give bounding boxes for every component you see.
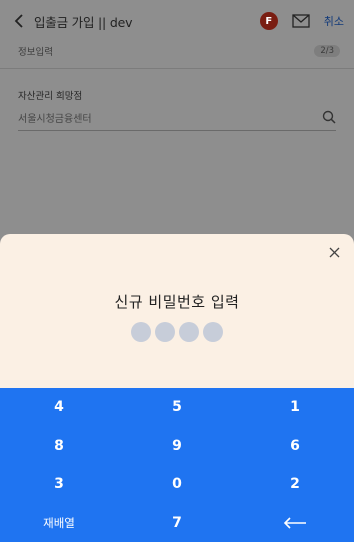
back-button[interactable] xyxy=(10,9,28,33)
key-8[interactable]: 8 xyxy=(0,427,118,466)
pin-dots xyxy=(0,322,354,342)
close-button[interactable] xyxy=(326,244,342,260)
key-5[interactable]: 5 xyxy=(118,388,236,427)
secure-keypad: 4 5 1 8 9 6 3 0 2 재배열 7 xyxy=(0,388,354,542)
key-2[interactable]: 2 xyxy=(236,465,354,504)
branch-search-field[interactable]: 서울시청금융센터 xyxy=(18,104,336,131)
key-4[interactable]: 4 xyxy=(0,388,118,427)
f-badge[interactable]: F xyxy=(259,12,278,30)
divider xyxy=(0,68,354,69)
pin-dot xyxy=(155,322,175,342)
key-3[interactable]: 3 xyxy=(0,465,118,504)
pin-dot xyxy=(203,322,223,342)
key-0[interactable]: 0 xyxy=(118,465,236,504)
key-7[interactable]: 7 xyxy=(118,504,236,542)
branch-value: 서울시청금융센터 xyxy=(18,113,92,125)
key-6[interactable]: 6 xyxy=(236,427,354,466)
backspace-key[interactable] xyxy=(236,504,354,542)
pin-title: 신규 비밀번호 입력 xyxy=(114,293,240,311)
pin-bottom-sheet: 신규 비밀번호 입력 4 5 1 8 9 6 3 0 2 재배열 7 xyxy=(0,234,354,542)
pin-dot xyxy=(179,322,199,342)
shuffle-key[interactable]: 재배열 xyxy=(0,504,118,542)
section-label: 정보입력 xyxy=(18,47,53,58)
pin-dot xyxy=(131,322,151,342)
backspace-arrow-icon xyxy=(283,517,306,529)
step-badge: 2/3 xyxy=(314,45,340,57)
page-title: 입출금 가입 || dev xyxy=(34,14,133,30)
back-chevron-icon xyxy=(14,14,23,28)
branch-label: 자산관리 희망점 xyxy=(18,91,83,102)
search-icon[interactable] xyxy=(322,110,336,124)
mail-icon[interactable] xyxy=(292,14,310,28)
key-1[interactable]: 1 xyxy=(236,388,354,427)
app-header: 입출금 가입 || dev F 취소 xyxy=(0,6,354,36)
close-icon xyxy=(329,247,339,257)
cancel-button[interactable]: 취소 xyxy=(324,13,344,29)
key-9[interactable]: 9 xyxy=(118,427,236,466)
progress-row: 정보입력 2/3 xyxy=(18,42,340,60)
